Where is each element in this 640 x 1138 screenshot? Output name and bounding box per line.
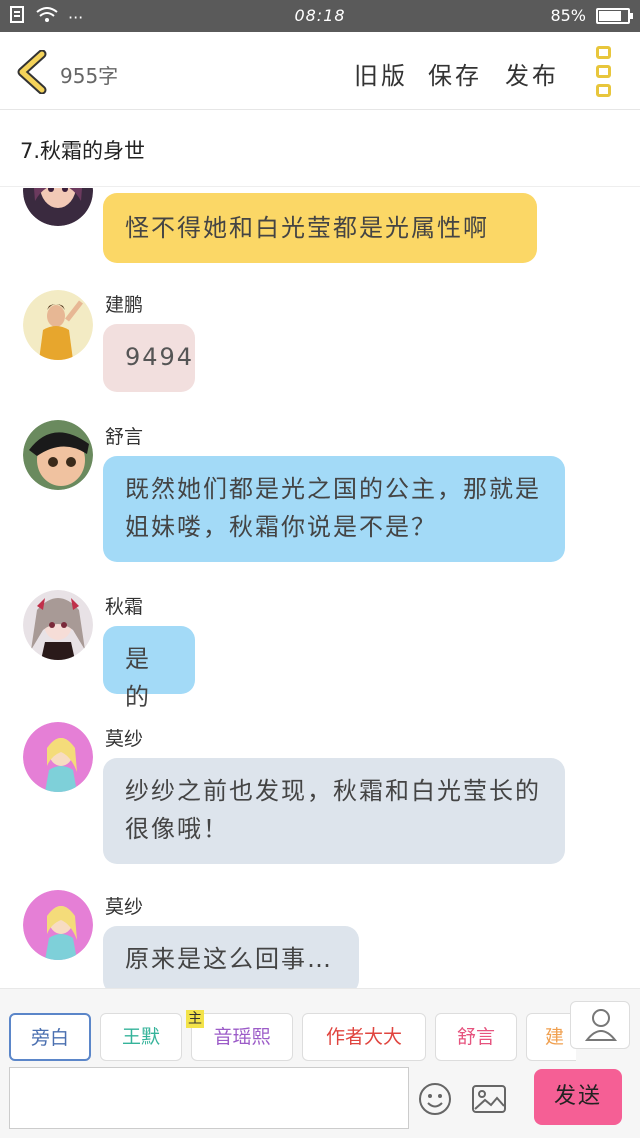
role-label: 作者大大 [325, 1026, 402, 1048]
message-bubble[interactable]: 怪不得她和白光莹都是光属性啊 [103, 193, 537, 263]
avatar[interactable] [23, 290, 93, 360]
avatar[interactable] [23, 420, 93, 490]
old-version-button[interactable]: 旧版 [354, 56, 408, 91]
sender-name: 莫纱 [105, 896, 144, 918]
image-button[interactable] [471, 1084, 507, 1114]
avatar[interactable] [23, 890, 93, 960]
back-button[interactable] [14, 49, 50, 95]
chat-area[interactable]: 怪不得她和白光莹都是光属性啊 建鹏 9494 舒言 既然她们都是光之国的公主，那… [0, 188, 640, 988]
editor-header: 955字 旧版 保存 发布 [0, 32, 640, 110]
avatar[interactable] [23, 188, 93, 226]
manage-roles-button[interactable] [570, 1001, 630, 1049]
send-button[interactable]: 发送 [534, 1069, 622, 1125]
publish-button[interactable]: 发布 [505, 56, 559, 91]
role-label: 音瑶熙 [213, 1026, 271, 1048]
role-label: 建 [545, 1026, 565, 1048]
role-selector-bar: 旁白 王默 主音瑶熙 作者大大 舒言 建 [0, 988, 640, 1064]
role-shuyan[interactable]: 舒言 [435, 1013, 517, 1061]
message-input[interactable] [9, 1067, 409, 1129]
chapter-title-bar: 7.秋霜的身世 [0, 110, 640, 187]
message-bubble[interactable]: 原来是这么回事… [103, 926, 359, 988]
word-count: 955字 [60, 64, 119, 88]
sender-name: 建鹏 [105, 294, 144, 316]
input-bar: 发送 [0, 1064, 640, 1138]
smiley-icon [419, 1083, 451, 1115]
chevron-left-icon [17, 49, 47, 95]
sender-name: 秋霜 [105, 596, 144, 618]
main-role-tag: 主 [186, 1010, 204, 1028]
role-author[interactable]: 作者大大 [302, 1013, 426, 1061]
status-bar: ··· 08:18 85% [0, 0, 640, 32]
role-label: 王默 [121, 1026, 160, 1048]
chapter-title[interactable]: 7.秋霜的身世 [20, 135, 145, 165]
avatar[interactable] [23, 722, 93, 792]
role-wangmo[interactable]: 王默 [100, 1013, 182, 1061]
emoji-button[interactable] [418, 1082, 452, 1116]
sender-name: 莫纱 [105, 728, 144, 750]
role-narrator[interactable]: 旁白 [9, 1013, 91, 1061]
save-button[interactable]: 保存 [428, 56, 482, 91]
role-jianpeng[interactable]: 建 [526, 1013, 576, 1061]
image-icon [472, 1085, 506, 1113]
message-bubble[interactable]: 既然她们都是光之国的公主，那就是姐妹喽，秋霜你说是不是？ [103, 456, 565, 562]
message-bubble[interactable]: 纱纱之前也发现，秋霜和白光莹长的很像哦！ [103, 758, 565, 864]
clock: 08:18 [294, 6, 346, 25]
message-bubble[interactable]: 是的 [103, 626, 195, 711]
role-label: 舒言 [456, 1026, 495, 1048]
avatar[interactable] [23, 590, 93, 660]
battery-percent: 85% [550, 6, 586, 25]
message-bubble[interactable]: 9494 [103, 324, 195, 392]
sender-name: 舒言 [105, 426, 144, 448]
battery-icon [596, 7, 633, 24]
more-menu-icon[interactable] [596, 46, 614, 103]
role-yinyaoxi[interactable]: 主音瑶熙 [186, 1010, 293, 1061]
user-icon [584, 1009, 618, 1041]
role-label: 旁白 [30, 1027, 69, 1049]
